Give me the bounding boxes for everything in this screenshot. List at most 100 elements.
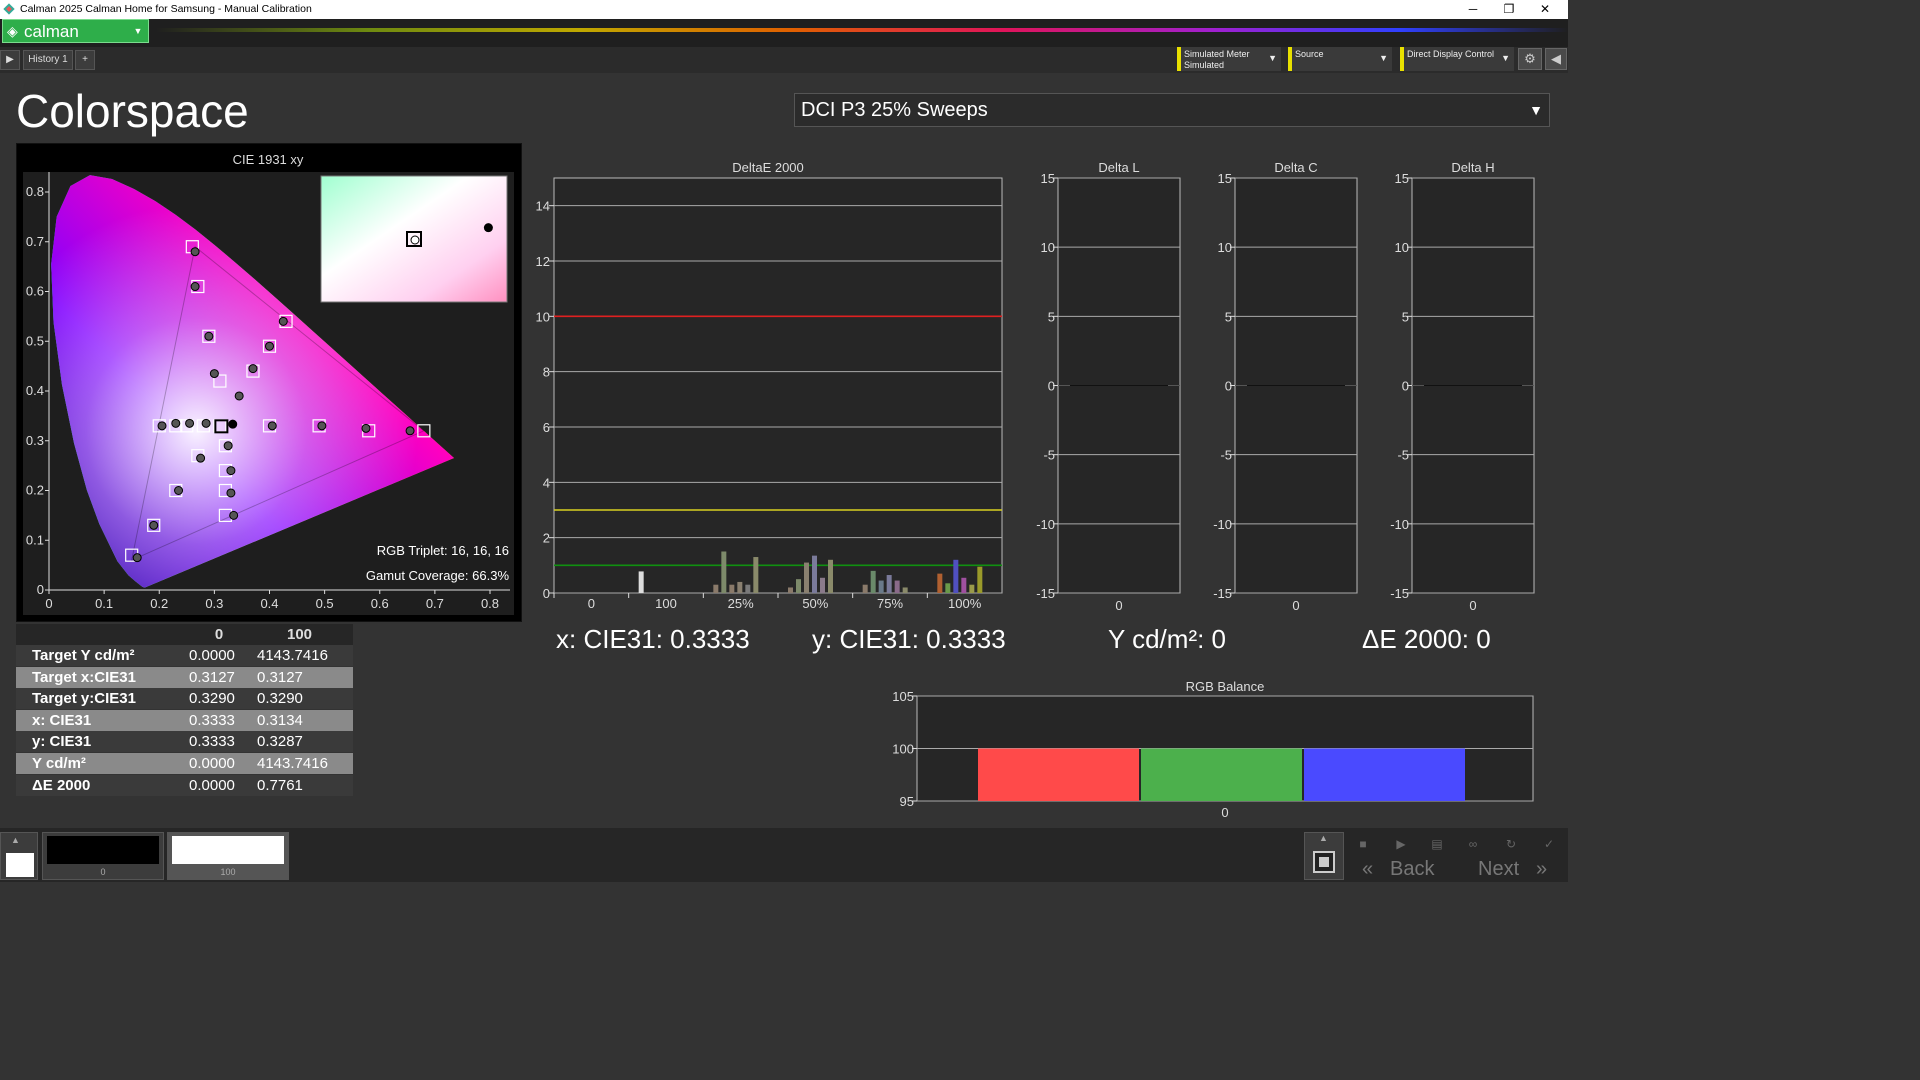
delta_c-y-tick-label: 5 bbox=[1225, 309, 1232, 324]
cie-x-tick-label: 0.1 bbox=[95, 596, 113, 611]
deltae-bar bbox=[721, 551, 727, 593]
rgb-bar-r bbox=[978, 748, 1139, 801]
rgb-balance-chart: 105 100 95 0 bbox=[892, 690, 1534, 820]
deltae-x-label: 75% bbox=[877, 596, 903, 611]
add-tab-button[interactable]: + bbox=[75, 50, 95, 70]
measured-point bbox=[361, 423, 371, 433]
delta_h-y-tick-label: 10 bbox=[1395, 240, 1409, 255]
measured-point bbox=[185, 418, 195, 428]
deltae-bar bbox=[862, 584, 868, 593]
close-button[interactable]: ✕ bbox=[1527, 0, 1563, 19]
deltae-bar bbox=[937, 573, 943, 593]
chevron-down-icon[interactable]: ▼ bbox=[130, 24, 146, 39]
patch-color bbox=[47, 836, 159, 864]
refresh-icon[interactable]: ↻ bbox=[1496, 834, 1526, 854]
delta_l-y-tick-label: -5 bbox=[1043, 448, 1055, 463]
deltae-bar bbox=[902, 587, 908, 593]
delta-h-chart: 15 10 5 0 -5 -10 -15 0 bbox=[1390, 171, 1535, 613]
cie-x-tick-label: 0.6 bbox=[371, 596, 389, 611]
row-label: Y cd/m² bbox=[32, 755, 86, 772]
inset-measured-point bbox=[483, 223, 493, 233]
rgb-x-label: 0 bbox=[1221, 805, 1228, 820]
spectrum-bar bbox=[156, 28, 1568, 32]
cie-x-tick-label: 0.3 bbox=[205, 596, 223, 611]
arrow-left-icon[interactable]: ◀ bbox=[1545, 48, 1567, 70]
row-label: Target x:CIE31 bbox=[32, 668, 136, 686]
measured-point bbox=[201, 418, 211, 428]
readout-deltae: ΔE 2000: 0 bbox=[1362, 624, 1491, 654]
row-label: Target Y cd/m² bbox=[32, 647, 135, 664]
cie-x-tick-label: 0.5 bbox=[316, 596, 334, 611]
film-icon[interactable]: ▤ bbox=[1422, 834, 1452, 854]
readout-luminance: Y cd/m²: 0 bbox=[1108, 624, 1227, 654]
patch-swatch-100[interactable]: 100 bbox=[167, 832, 289, 880]
measured-point bbox=[223, 441, 233, 451]
row-value-100: 0.3127 bbox=[257, 668, 303, 686]
table-row: y: CIE31 0.3333 0.3287 bbox=[16, 731, 353, 753]
next-button[interactable]: Next bbox=[1478, 858, 1519, 881]
deltae-bar bbox=[953, 559, 959, 593]
delta_l-y-tick-label: -15 bbox=[1036, 586, 1055, 601]
minimize-button[interactable]: ─ bbox=[1455, 0, 1491, 19]
delta_c-y-tick-label: 10 bbox=[1218, 240, 1232, 255]
play-icon[interactable]: ▶ bbox=[1386, 834, 1416, 854]
check-icon[interactable]: ✓ bbox=[1534, 834, 1564, 854]
deltae-y-tick-label: 12 bbox=[536, 254, 550, 269]
deltae-x-label: 50% bbox=[802, 596, 828, 611]
measured-point bbox=[265, 341, 274, 351]
cie-chart: 0 0.1 0.2 0.3 0.4 0.5 0.6 0.7 0.8 0 0.1 0.2 0.3 0.4 0.… bbox=[23, 172, 514, 615]
gear-icon[interactable]: ⚙ bbox=[1518, 48, 1542, 70]
play-icon[interactable]: ▶ bbox=[0, 50, 20, 70]
cie-y-tick-label: 0 bbox=[37, 582, 44, 597]
record-icon[interactable]: ■ bbox=[1348, 834, 1378, 854]
deltae-y-tick-label: 6 bbox=[543, 420, 550, 435]
calman-logo-menu[interactable]: ◈ calman ▼ bbox=[2, 19, 149, 43]
table-row: Target Y cd/m² 0.0000 4143.7416 bbox=[16, 645, 353, 666]
readout-x: x: CIE31: 0.3333 bbox=[556, 624, 750, 654]
measured-point bbox=[267, 421, 277, 431]
measured-point bbox=[209, 369, 219, 379]
loop-icon[interactable]: ∞ bbox=[1458, 834, 1488, 854]
measured-point bbox=[132, 553, 142, 563]
patch-swatch-0[interactable]: 0 bbox=[42, 832, 164, 880]
measured-point bbox=[278, 316, 288, 326]
calman-app-icon bbox=[3, 3, 15, 15]
cie-y-tick-label: 0.3 bbox=[26, 433, 44, 448]
deltae-x-label: 100 bbox=[655, 596, 677, 611]
meter-name: Simulated Meter bbox=[1184, 49, 1250, 59]
delta-c-chart: 15 10 5 0 -5 -10 -15 0 bbox=[1213, 171, 1358, 613]
workflow-select[interactable]: DCI P3 25% Sweeps ▼ bbox=[794, 93, 1550, 127]
row-value-0: 0.0000 bbox=[189, 776, 235, 794]
back-button[interactable]: Back bbox=[1390, 858, 1434, 881]
cie-inset bbox=[320, 175, 508, 303]
source-selector[interactable]: Source ▼ bbox=[1288, 47, 1392, 71]
next-arrow-icon: » bbox=[1536, 858, 1548, 880]
table-row: x: CIE31 0.3333 0.3134 bbox=[16, 709, 353, 731]
deltae-bar bbox=[788, 587, 793, 593]
table-row: Y cd/m² 0.0000 4143.7416 bbox=[16, 753, 353, 774]
meter-selector[interactable]: Simulated Meter Simulated ▼ bbox=[1177, 47, 1281, 71]
window-titlebar: Calman 2025 Calman Home for Samsung - Ma… bbox=[0, 0, 1568, 19]
meter-status: Simulated bbox=[1184, 60, 1225, 70]
row-label: x: CIE31 bbox=[32, 711, 92, 729]
delta_l-y-tick-label: 10 bbox=[1041, 240, 1055, 255]
gamut-coverage-label: Gamut Coverage: 66.3% bbox=[366, 568, 510, 583]
deltae-y-tick-label: 0 bbox=[543, 586, 550, 601]
source-name: Source bbox=[1295, 49, 1324, 59]
swatch-collapse-button[interactable]: ▲ bbox=[0, 832, 38, 880]
deltae-y-tick-label: 8 bbox=[543, 365, 550, 380]
cie-y-tick-label: 0.2 bbox=[26, 483, 44, 498]
tab-history-1[interactable]: History 1 bbox=[23, 50, 73, 70]
row-value-0: 0.3333 bbox=[189, 711, 235, 729]
cie-y-tick-label: 0.6 bbox=[26, 284, 44, 299]
cie-x-tick-label: 0.8 bbox=[481, 596, 499, 611]
row-value-100: 0.7761 bbox=[257, 776, 303, 794]
stop-measure-button[interactable]: ▲ bbox=[1304, 832, 1344, 880]
deltae-x-label: 100% bbox=[948, 596, 982, 611]
delta_c-y-tick-label: -10 bbox=[1213, 517, 1232, 532]
display-selector[interactable]: Direct Display Control ▼ bbox=[1400, 47, 1514, 71]
top-toolbar bbox=[0, 19, 1568, 47]
restore-button[interactable]: ❐ bbox=[1491, 0, 1527, 19]
row-value-100: 0.3134 bbox=[257, 711, 303, 729]
chevron-down-icon: ▼ bbox=[1529, 102, 1543, 118]
